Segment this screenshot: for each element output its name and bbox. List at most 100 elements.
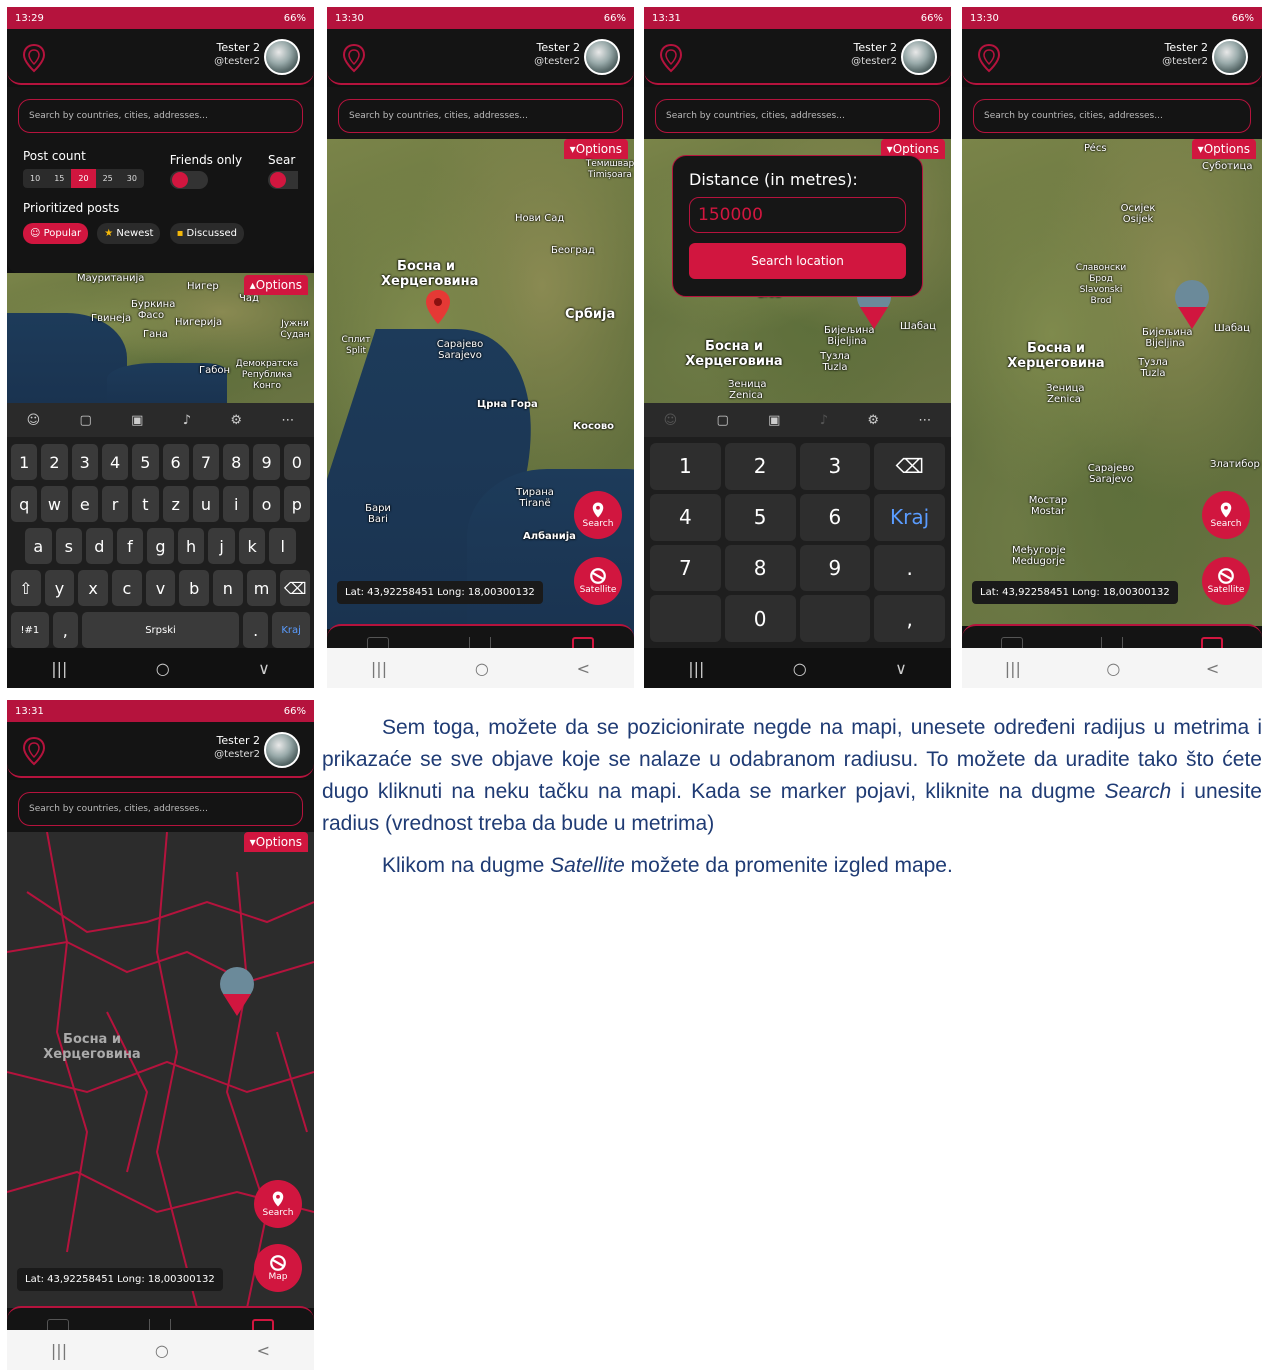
search-location-button[interactable]: Search location: [689, 243, 906, 279]
back-icon[interactable]: <: [257, 1341, 270, 1360]
keyboard-key[interactable]: z: [162, 486, 189, 522]
numpad-key[interactable]: 4: [650, 493, 721, 541]
keyboard-key[interactable]: d: [86, 528, 113, 564]
keyboard-key[interactable]: p: [283, 486, 310, 522]
post-count-option[interactable]: 30: [120, 169, 144, 188]
numpad-key[interactable]: ⌫: [874, 443, 945, 490]
home-icon[interactable]: ○: [1106, 659, 1120, 678]
distance-input[interactable]: 150000: [689, 197, 906, 233]
post-count-selector[interactable]: 10 15 20 25 30: [23, 169, 144, 188]
numpad-key[interactable]: 3: [799, 443, 871, 490]
options-button[interactable]: ▴Options: [243, 275, 308, 295]
emoji-icon[interactable]: ☺: [664, 413, 678, 428]
keyboard-key[interactable]: x: [78, 570, 108, 606]
recents-icon[interactable]: |||: [51, 1341, 67, 1360]
post-count-option-selected[interactable]: 20: [71, 169, 96, 188]
numpad-key[interactable]: 0: [724, 595, 796, 642]
keyboard-key[interactable]: l: [269, 528, 297, 564]
map-view[interactable]: ▾Options Босна и Херцеговина Search Map …: [7, 832, 314, 1308]
numpad-key[interactable]: 2: [724, 443, 796, 490]
keyboard-key[interactable]: k: [238, 528, 266, 564]
home-icon[interactable]: ○: [475, 659, 489, 678]
post-count-option[interactable]: 10: [23, 169, 47, 188]
friends-only-toggle[interactable]: [169, 171, 208, 189]
more-icon[interactable]: ⋯: [918, 413, 931, 428]
keyboard-key[interactable]: 5: [132, 444, 159, 480]
recents-icon[interactable]: |||: [688, 659, 704, 678]
keyboard-key[interactable]: w: [41, 486, 68, 522]
keyboard-key[interactable]: h: [177, 528, 205, 564]
symbols-key[interactable]: !#1: [11, 612, 49, 648]
keyboard-key[interactable]: q: [11, 486, 38, 522]
satellite-fab[interactable]: Satellite: [1202, 557, 1250, 605]
comma-key[interactable]: ,: [52, 612, 78, 648]
keyboard-key[interactable]: 1: [11, 444, 38, 480]
search-input[interactable]: Search by countries, cities, addresses..…: [18, 99, 303, 133]
avatar[interactable]: [264, 732, 300, 768]
keyboard-key[interactable]: r: [101, 486, 129, 522]
post-marker-icon[interactable]: [1172, 279, 1212, 331]
keyboard-key[interactable]: 2: [41, 444, 68, 480]
sticker-icon[interactable]: ▣: [131, 413, 143, 428]
period-key[interactable]: .: [243, 612, 269, 648]
sticker-icon[interactable]: ▣: [768, 413, 780, 428]
mic-icon[interactable]: ♪: [820, 413, 828, 428]
home-icon[interactable]: ○: [156, 659, 170, 678]
keyboard-key[interactable]: 0: [283, 444, 310, 480]
map-view[interactable]: Мауританија Нигер Чад Буркина Фасо Гвине…: [7, 273, 314, 403]
keyboard-key[interactable]: m: [246, 570, 277, 606]
clipboard-icon[interactable]: ▢: [80, 413, 92, 428]
home-icon[interactable]: ○: [155, 1341, 169, 1360]
avatar[interactable]: [1212, 39, 1248, 75]
keyboard-key[interactable]: j: [208, 528, 235, 564]
keyboard-key[interactable]: f: [116, 528, 144, 564]
keyboard-key[interactable]: ⌫: [280, 570, 311, 606]
keyboard-key[interactable]: o: [253, 486, 280, 522]
keyboard-key[interactable]: 9: [253, 444, 280, 480]
keyboard-key[interactable]: i: [223, 486, 250, 522]
app-logo-icon[interactable]: [658, 43, 684, 73]
search-toggle[interactable]: [267, 171, 298, 189]
satellite-fab[interactable]: Satellite: [574, 557, 622, 605]
emoji-icon[interactable]: ☺: [27, 413, 41, 428]
chip-popular[interactable]: ☺ Popular: [23, 223, 89, 244]
map-view[interactable]: ▾Options Темишвар Timișoara Нови Сад Бео…: [327, 139, 634, 639]
options-button[interactable]: ▾Options: [563, 139, 628, 159]
numpad-key[interactable]: 5: [724, 493, 796, 541]
post-count-option[interactable]: 25: [96, 169, 120, 188]
keyboard-key[interactable]: g: [147, 528, 174, 564]
keyboard-key[interactable]: a: [24, 528, 52, 564]
keyboard-key[interactable]: ⇧: [10, 570, 41, 606]
keyboard-key[interactable]: 3: [71, 444, 98, 480]
recents-icon[interactable]: |||: [51, 659, 67, 678]
search-fab[interactable]: Search: [574, 491, 622, 539]
post-marker-icon[interactable]: [217, 966, 257, 1018]
recents-icon[interactable]: |||: [1005, 659, 1021, 678]
keyboard-key[interactable]: c: [112, 570, 142, 606]
chevron-down-icon[interactable]: ∨: [258, 659, 270, 678]
post-count-option[interactable]: 15: [47, 169, 71, 188]
keyboard-key[interactable]: 4: [101, 444, 129, 480]
keyboard-key[interactable]: y: [44, 570, 75, 606]
gear-icon[interactable]: ⚙: [230, 413, 242, 428]
location-pin-icon[interactable]: [425, 289, 451, 325]
map-view[interactable]: ▾Options Pécs Суботица Осијек Osijek Сла…: [962, 139, 1262, 626]
keyboard-key[interactable]: t: [132, 486, 159, 522]
numpad-key[interactable]: 9: [799, 544, 871, 592]
map-fab[interactable]: Map: [254, 1244, 302, 1292]
chip-newest[interactable]: ★ Newest: [97, 223, 161, 244]
avatar[interactable]: [584, 39, 620, 75]
keyboard-key[interactable]: b: [179, 570, 210, 606]
keyboard-key[interactable]: 8: [223, 444, 250, 480]
keyboard-key[interactable]: v: [145, 570, 176, 606]
keyboard-key[interactable]: s: [55, 528, 83, 564]
search-fab[interactable]: Search: [1202, 491, 1250, 539]
chip-discussed[interactable]: ▪ Discussed: [169, 223, 244, 244]
enter-key[interactable]: Kraj: [272, 612, 310, 648]
numpad-key[interactable]: [799, 595, 871, 642]
keyboard-key[interactable]: n: [213, 570, 243, 606]
search-fab[interactable]: Search: [254, 1180, 302, 1228]
home-icon[interactable]: ○: [793, 659, 807, 678]
back-icon[interactable]: <: [1206, 659, 1219, 678]
options-button[interactable]: ▾Options: [1191, 139, 1256, 159]
